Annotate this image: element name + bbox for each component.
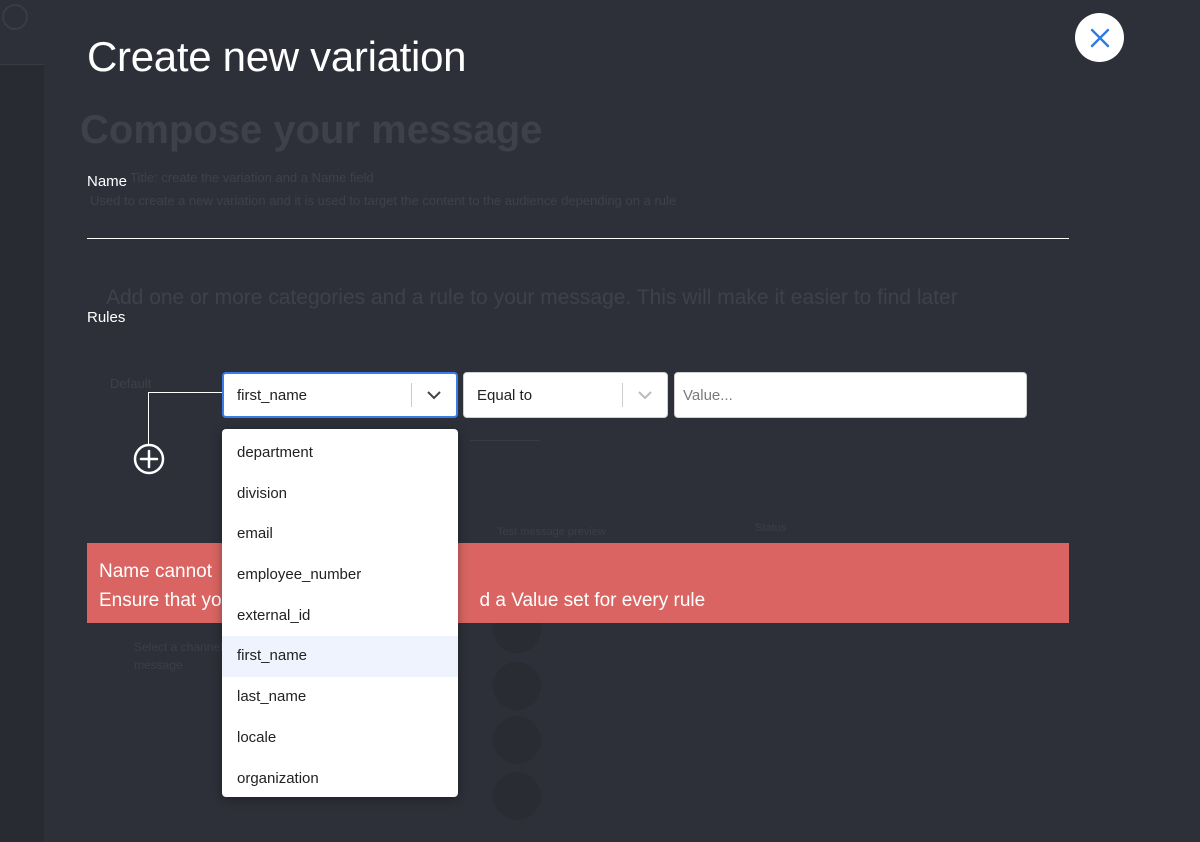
background-channel-icon (493, 772, 541, 820)
error-message-start: Ensure that yo (99, 590, 222, 611)
background-text: Add one or more categories and a rule to… (106, 286, 958, 309)
background-sidebar (0, 65, 44, 842)
rule-operator-select[interactable]: Equal to (463, 372, 668, 418)
close-button[interactable] (1075, 13, 1124, 62)
dropdown-option-organization[interactable]: organization (222, 759, 458, 798)
background-text: Title: create the variation and a Name f… (130, 170, 374, 185)
background-channel-icon (493, 662, 541, 710)
chevron-down-icon[interactable] (412, 390, 456, 400)
name-label: Name (87, 173, 128, 190)
background-divider (0, 64, 44, 65)
background-channel-icon (493, 716, 541, 764)
add-rule-button[interactable] (133, 443, 165, 475)
close-icon (1090, 28, 1109, 47)
dropdown-option-first-name[interactable]: first_name (222, 636, 458, 678)
background-text: Select a channel (134, 640, 223, 654)
rule-operator-value: Equal to (477, 386, 533, 404)
background-text: message (134, 658, 183, 672)
background-column-header: Status (755, 522, 787, 534)
background-divider (470, 440, 540, 441)
dropdown-option-division[interactable]: division (222, 474, 458, 515)
chevron-down-icon[interactable] (623, 390, 667, 400)
plus-circle-icon (133, 443, 165, 475)
rule-field-select[interactable]: first_name (222, 372, 458, 418)
background-logo (2, 4, 28, 30)
dropdown-option-last-name[interactable]: last_name (222, 677, 458, 718)
dropdown-option-department[interactable]: department (222, 433, 458, 474)
background-tab: Default (110, 376, 152, 391)
rule-field-value: first_name (237, 386, 308, 404)
dropdown-option-external-id[interactable]: external_id (222, 596, 458, 637)
background-title: Compose your message (80, 108, 543, 152)
background-column-header: Test message preview (497, 526, 606, 538)
rule-connector-line (148, 392, 222, 444)
modal-title: Create new variation (87, 33, 467, 80)
error-message-end: d a Value set for every rule (479, 590, 706, 611)
dropdown-option-email[interactable]: email (222, 514, 458, 555)
rules-label: Rules (87, 309, 126, 326)
rule-value-input[interactable] (674, 372, 1027, 418)
field-dropdown-menu: department division email employee_numbe… (222, 429, 458, 797)
dropdown-option-employee-number[interactable]: employee_number (222, 555, 458, 596)
dropdown-option-locale[interactable]: locale (222, 718, 458, 759)
name-input[interactable] (87, 200, 1069, 239)
